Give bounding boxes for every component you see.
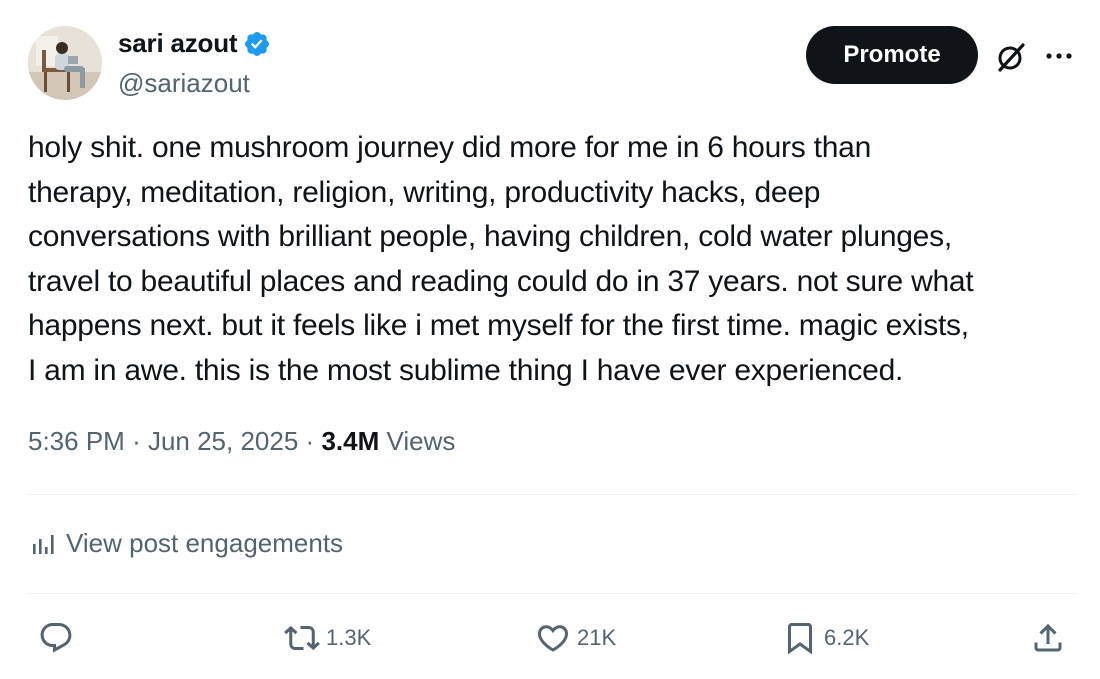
repost-icon	[284, 625, 320, 651]
post-text-line: therapy, meditation, religion, writing, …	[28, 175, 821, 209]
meta-separator: ·	[305, 426, 322, 456]
reply-icon	[40, 623, 72, 653]
reply-button[interactable]	[38, 618, 80, 658]
bookmark-button[interactable]: 6.2K	[782, 618, 869, 658]
like-count: 21K	[577, 625, 617, 650]
tweet-detail: sari azout @sariazout Promote holy shit.…	[0, 0, 1100, 679]
author-name[interactable]: sari azout	[118, 28, 238, 59]
post-text-line: travel to beautiful places and reading c…	[28, 264, 974, 298]
divider	[28, 593, 1076, 594]
views-label: Views	[386, 426, 456, 456]
like-button[interactable]: 21K	[535, 618, 616, 658]
avatar-image	[28, 26, 102, 100]
bookmark-count: 6.2K	[824, 625, 870, 650]
promote-button[interactable]: Promote	[806, 26, 978, 84]
analytics-icon	[33, 534, 54, 554]
repost-button[interactable]: 1.3K	[284, 618, 371, 658]
post-time[interactable]: 5:36 PM	[28, 426, 125, 456]
author-name-row[interactable]: sari azout	[118, 28, 271, 59]
repost-count: 1.3K	[326, 625, 372, 650]
share-icon	[1034, 623, 1062, 652]
post-meta: 5:36 PM · Jun 25, 2025 · 3.4M Views	[28, 426, 455, 457]
post-text-line: happens next. but it feels like i met my…	[28, 309, 969, 342]
divider	[28, 494, 1076, 495]
verified-badge-icon[interactable]	[243, 30, 271, 58]
view-engagements-link[interactable]: View post engagements	[30, 528, 343, 559]
post-text-line: I am in awe. this is the most sublime th…	[28, 353, 904, 387]
post-text-line: conversations with brilliant people, hav…	[28, 220, 952, 253]
like-icon	[537, 625, 569, 652]
grok-icon[interactable]	[994, 40, 1028, 74]
bookmark-icon	[788, 623, 812, 655]
avatar[interactable]	[28, 26, 102, 100]
share-button[interactable]	[1030, 618, 1066, 658]
views-count: 3.4M	[321, 426, 380, 456]
post-text: holy shit. one mushroom journey did more…	[28, 126, 1080, 393]
post-text-line: holy shit. one mushroom journey did more…	[28, 131, 872, 164]
view-engagements-label: View post engagements	[66, 528, 344, 558]
meta-separator: ·	[132, 426, 148, 456]
author-handle[interactable]: @sariazout	[118, 68, 250, 99]
post-date[interactable]: Jun 25, 2025	[148, 426, 298, 456]
more-icon[interactable]	[1042, 42, 1076, 70]
